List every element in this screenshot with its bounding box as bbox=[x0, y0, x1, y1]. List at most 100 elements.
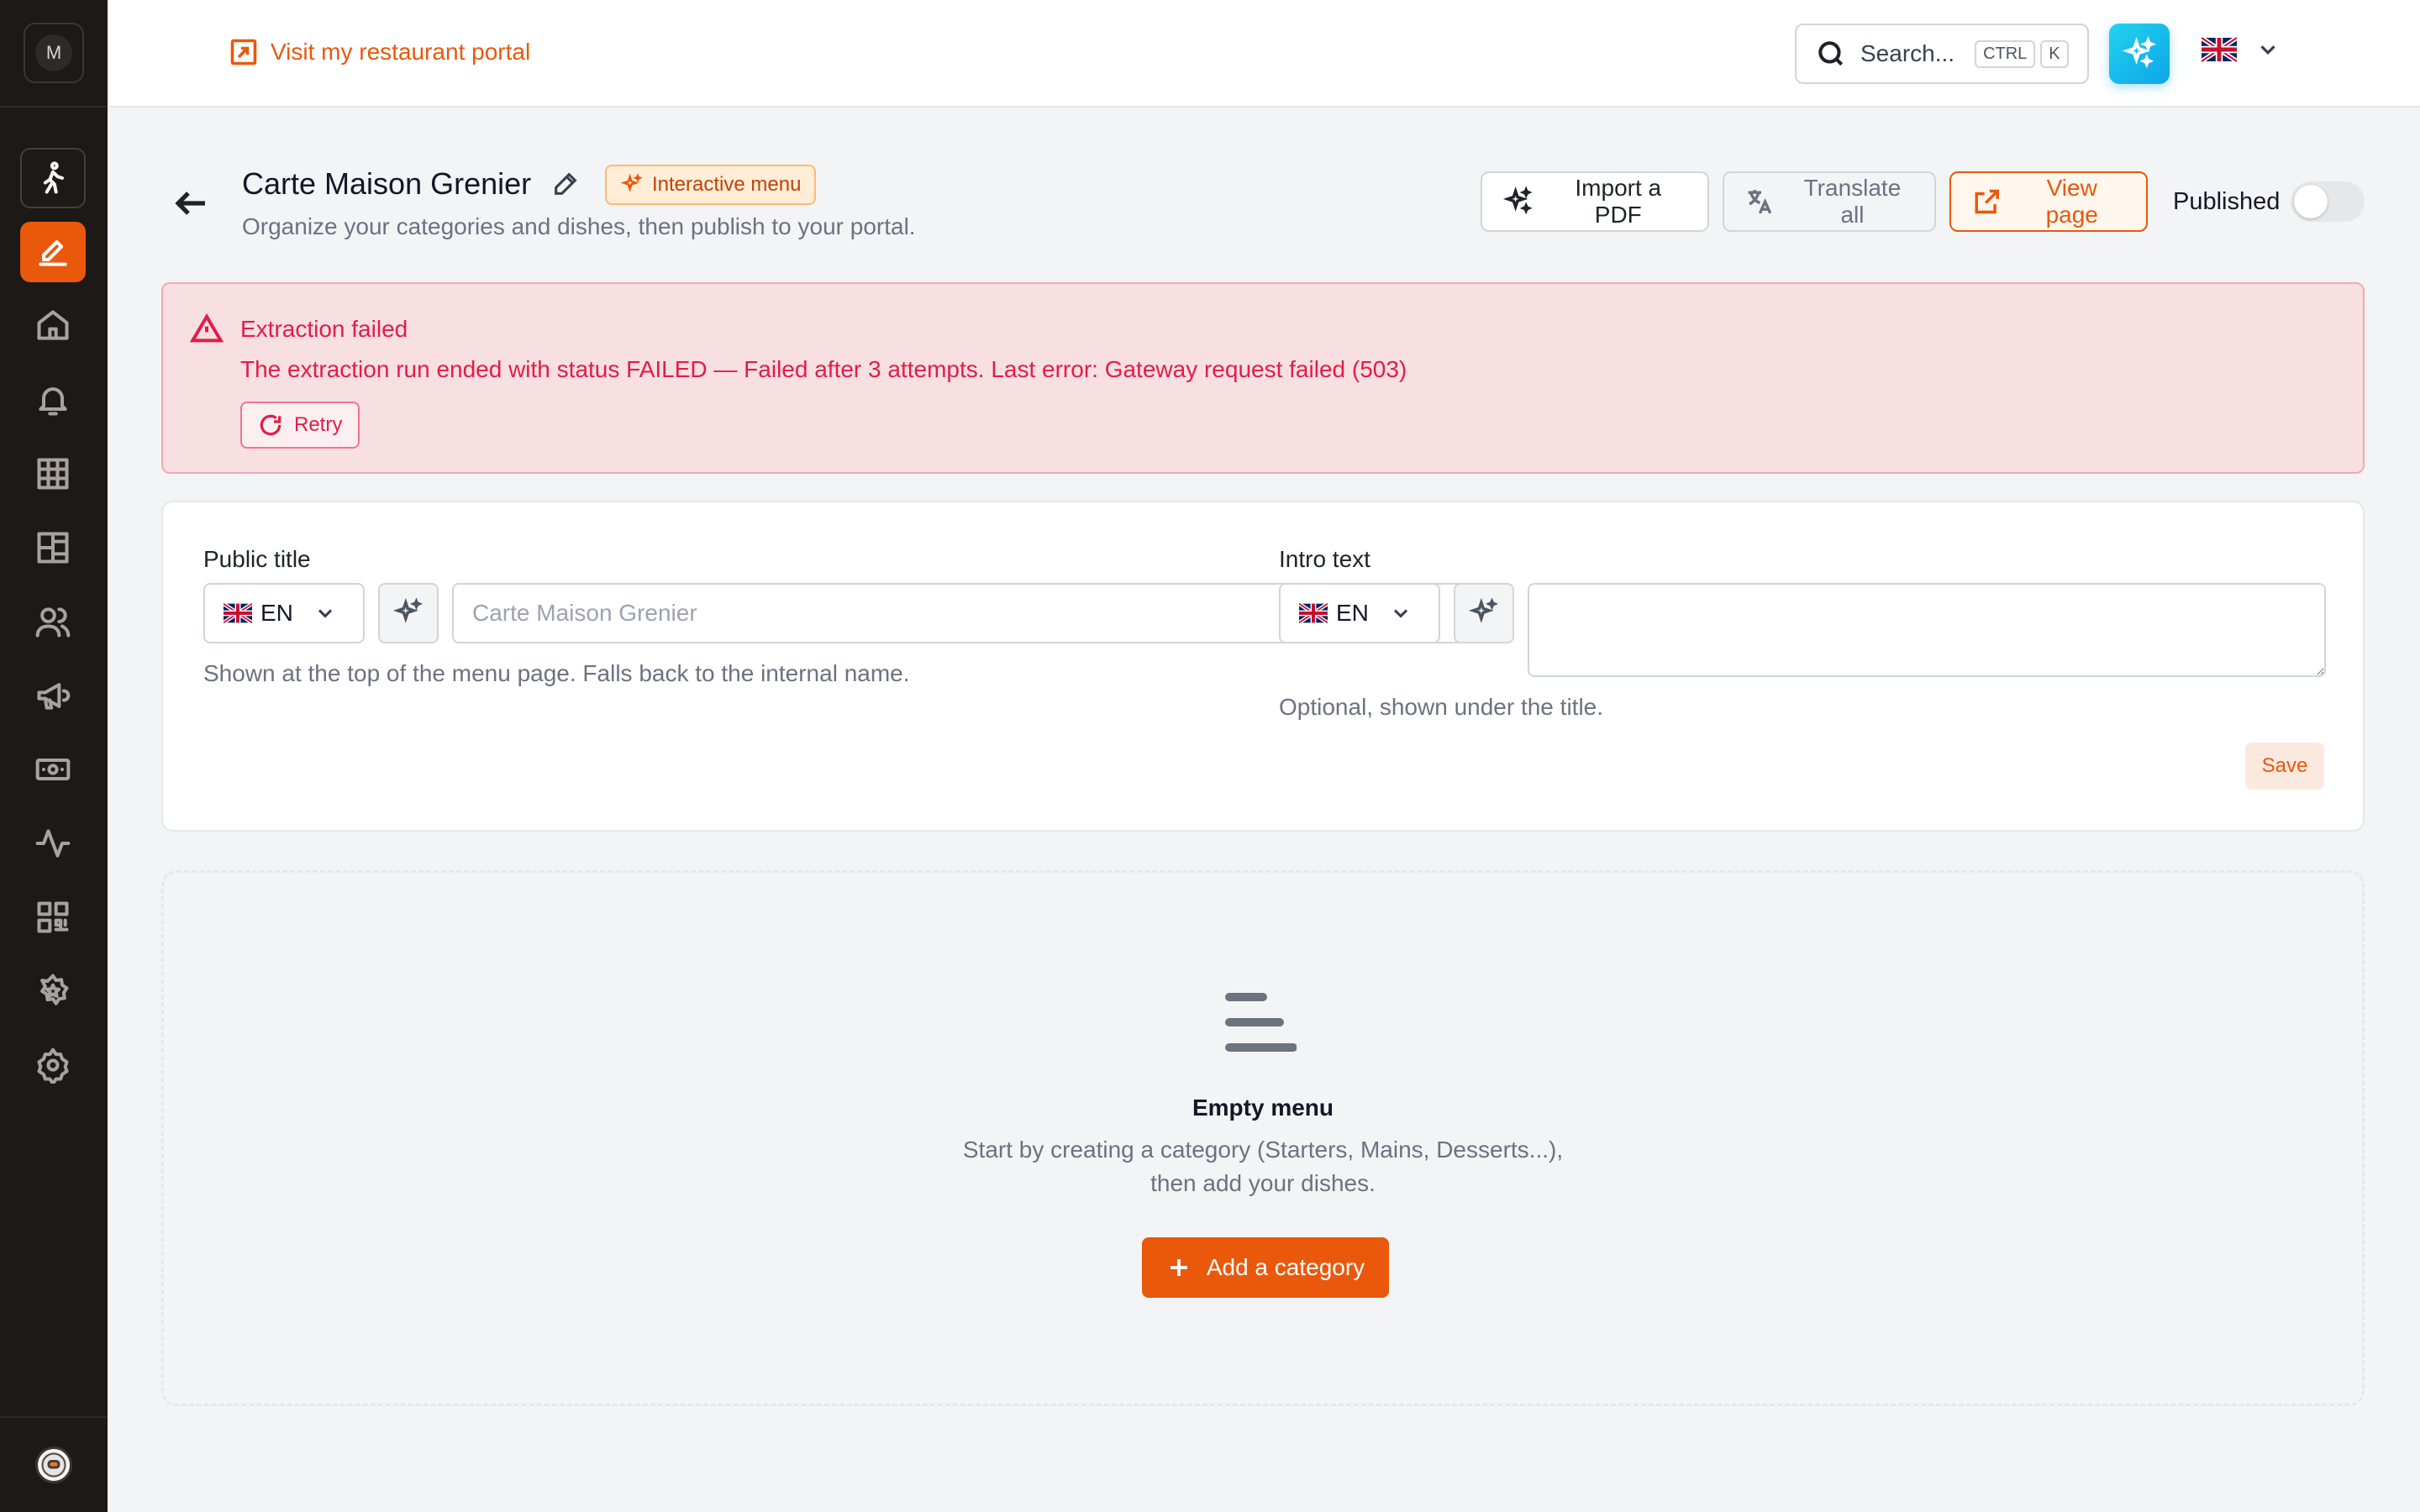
top-bar: Visit my restaurant portal Search... CTR… bbox=[108, 0, 2420, 108]
translate-all-label: Translate all bbox=[1803, 175, 1902, 228]
save-button[interactable]: Save bbox=[2245, 743, 2324, 790]
search-placeholder: Search... bbox=[1860, 40, 1955, 66]
empty-menu-title: Empty menu bbox=[1192, 1095, 1334, 1121]
translate-all-button[interactable]: Translate all bbox=[1723, 171, 1936, 232]
restaurant-portal-link-label: Visit my restaurant portal bbox=[271, 39, 531, 65]
empty-menu-description: Start by creating a category (Starters, … bbox=[164, 1133, 2362, 1200]
workspace-avatar: M bbox=[35, 34, 72, 71]
sidebar-item-floor-plan[interactable] bbox=[20, 517, 86, 578]
edit-icon bbox=[39, 240, 67, 266]
error-title: Extraction failed bbox=[240, 316, 408, 342]
empty-menu-description-line-1: Start by creating a category (Starters, … bbox=[962, 1137, 1564, 1163]
bell-icon bbox=[39, 387, 67, 416]
extraction-error-banner: Extraction failed The extraction run end… bbox=[161, 282, 2365, 474]
text-align-icon bbox=[1223, 990, 1297, 1054]
published-label: Published bbox=[2173, 188, 2281, 215]
chevron-down-icon bbox=[2260, 45, 2275, 55]
user-avatar[interactable] bbox=[35, 1446, 72, 1483]
sidebar-footer bbox=[0, 1416, 108, 1512]
sidebar: M bbox=[0, 0, 108, 1512]
intro-text-language-value: EN bbox=[1336, 600, 1369, 626]
sidebar-item-payments[interactable] bbox=[20, 739, 86, 800]
sidebar-item-analytics[interactable] bbox=[20, 813, 86, 874]
shortcut-key-k: K bbox=[2040, 39, 2069, 68]
toggle-knob bbox=[2294, 185, 2328, 218]
external-link-icon bbox=[1975, 189, 1999, 214]
settings-icon bbox=[37, 1047, 69, 1084]
grid-icon bbox=[37, 458, 69, 490]
home-icon bbox=[37, 310, 69, 340]
external-link-icon bbox=[230, 39, 257, 66]
chevron-down-icon bbox=[1393, 609, 1407, 618]
workspace-switcher[interactable]: M bbox=[24, 23, 84, 83]
banknote-icon bbox=[35, 758, 71, 781]
sidebar-item-onboarding[interactable] bbox=[20, 148, 86, 208]
pencil-icon bbox=[555, 172, 577, 195]
error-message: The extraction run ended with status FAI… bbox=[240, 356, 1407, 382]
intro-text-help: Optional, shown under the title. bbox=[1279, 694, 1604, 720]
language-selector[interactable] bbox=[2202, 37, 2281, 62]
public-title-language-value: EN bbox=[260, 600, 293, 626]
sparkles-icon bbox=[620, 173, 643, 192]
add-category-label: Add a category bbox=[1206, 1254, 1365, 1280]
sidebar-item-home[interactable] bbox=[20, 296, 86, 356]
add-category-button[interactable]: Add a category bbox=[1142, 1237, 1389, 1298]
megaphone-icon bbox=[37, 683, 71, 710]
retry-button[interactable]: Retry bbox=[240, 402, 360, 449]
ai-assistant-button[interactable] bbox=[2109, 24, 2170, 84]
intro-text-textarea[interactable] bbox=[1528, 583, 2326, 677]
uk-flag-icon bbox=[1299, 603, 1328, 623]
empty-menu-description-line-2: then add your dishes. bbox=[1150, 1170, 1376, 1196]
sidebar-item-reviews[interactable] bbox=[20, 961, 86, 1021]
page-title: Carte Maison Grenier bbox=[242, 166, 532, 201]
uk-flag-icon bbox=[2202, 37, 2237, 62]
import-pdf-button[interactable]: Import a PDF bbox=[1481, 171, 1709, 232]
warning-triangle-icon bbox=[189, 312, 224, 346]
refresh-icon bbox=[260, 414, 281, 436]
sidebar-item-notifications[interactable] bbox=[20, 370, 86, 430]
search-box[interactable]: Search... CTRL K bbox=[1795, 24, 2089, 84]
astronaut-avatar-icon bbox=[41, 1452, 66, 1478]
import-pdf-label: Import a PDF bbox=[1575, 175, 1662, 228]
activity-icon bbox=[35, 829, 71, 858]
search-icon bbox=[1818, 41, 1844, 66]
public-title-help: Shown at the top of the menu page. Falls… bbox=[203, 660, 910, 686]
badge-star-icon bbox=[40, 974, 69, 1005]
sidebar-item-tables[interactable] bbox=[20, 444, 86, 504]
empty-menu-state: Empty menu Start by creating a category … bbox=[161, 870, 2365, 1406]
menu-details-card: Public title EN Shown at the top of the … bbox=[161, 501, 2365, 832]
chevron-down-icon bbox=[318, 609, 332, 618]
sidebar-item-settings[interactable] bbox=[20, 1035, 86, 1095]
sidebar-item-menu-editor[interactable] bbox=[20, 222, 86, 282]
sidebar-item-qr-codes[interactable] bbox=[20, 887, 86, 948]
languages-icon bbox=[1748, 190, 1772, 214]
interactive-menu-badge-label: Interactive menu bbox=[652, 173, 802, 196]
plus-icon bbox=[1170, 1259, 1187, 1276]
rename-button[interactable] bbox=[551, 170, 580, 198]
view-page-label: View page bbox=[2045, 175, 2098, 228]
intro-text-language-select[interactable]: EN bbox=[1279, 583, 1440, 643]
restaurant-portal-link[interactable]: Visit my restaurant portal bbox=[229, 37, 530, 67]
sparkles-icon bbox=[1468, 597, 1499, 623]
intro-text-ai-button[interactable] bbox=[1454, 583, 1514, 643]
public-title-language-select[interactable]: EN bbox=[203, 583, 365, 643]
sidebar-header: M bbox=[0, 0, 108, 108]
sidebar-item-customers[interactable] bbox=[20, 591, 86, 652]
sidebar-item-marketing[interactable] bbox=[20, 665, 86, 726]
public-title-ai-button[interactable] bbox=[378, 583, 439, 643]
sparkles-icon bbox=[2122, 36, 2157, 69]
users-icon bbox=[35, 607, 71, 638]
page-subtitle: Organize your categories and dishes, the… bbox=[242, 213, 916, 239]
published-toggle[interactable] bbox=[2291, 181, 2365, 222]
interactive-menu-badge: Interactive menu bbox=[605, 165, 817, 205]
qr-code-icon bbox=[37, 901, 69, 933]
sparkles-icon bbox=[1502, 186, 1533, 215]
arrow-left-icon bbox=[175, 192, 205, 215]
layout-icon bbox=[37, 532, 69, 564]
back-button[interactable] bbox=[171, 183, 212, 223]
retry-label: Retry bbox=[294, 413, 343, 436]
view-page-button[interactable]: View page bbox=[1949, 171, 2148, 232]
intro-text-label: Intro text bbox=[1279, 546, 1370, 572]
sparkles-icon bbox=[392, 597, 424, 623]
walking-person-icon bbox=[43, 161, 65, 194]
